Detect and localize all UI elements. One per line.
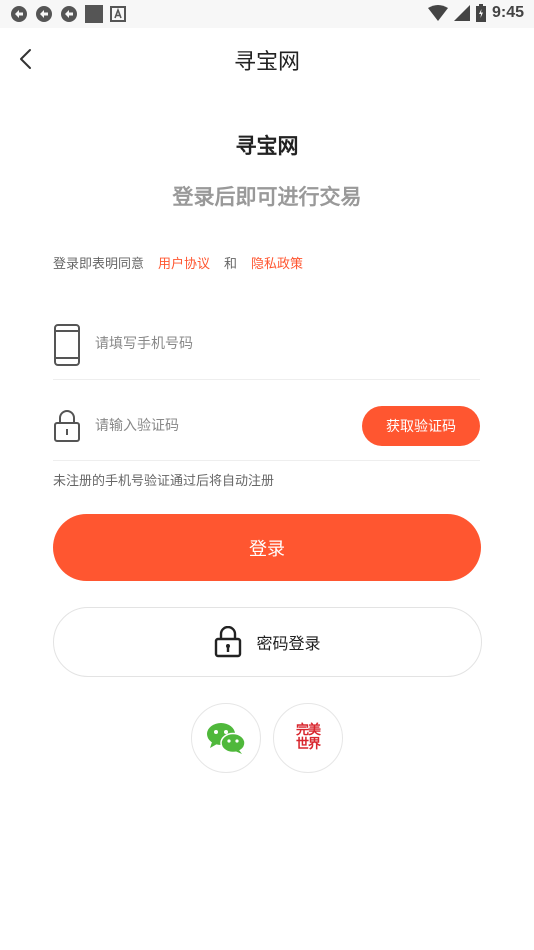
login-button[interactable]: 登录 — [53, 514, 481, 581]
phone-icon — [53, 324, 81, 366]
wifi-icon — [427, 5, 448, 21]
code-field-row: 获取验证码 — [53, 381, 480, 461]
cell-signal-icon — [453, 5, 470, 21]
page-title: 寻宝网 — [233, 50, 300, 75]
phone-input[interactable] — [95, 332, 355, 356]
password-login-button[interactable]: 密码登录 — [53, 607, 482, 677]
perfect-world-login-button[interactable]: 完美 世界 — [273, 703, 343, 773]
battery-icon — [475, 4, 486, 22]
auto-register-hint: 未注册的手机号验证通过后将自动注册 — [53, 474, 275, 489]
verification-code-input[interactable] — [95, 414, 355, 438]
brand-name: 寻宝网 — [235, 134, 299, 158]
user-agreement-link[interactable]: 用户协议 — [158, 253, 210, 272]
status-left-icons — [10, 5, 126, 23]
padlock-icon — [215, 626, 242, 658]
status-bar: 9:45 — [0, 0, 534, 28]
status-right-icons: 9:45 — [427, 4, 524, 22]
agreement-conjunction: 和 — [224, 257, 238, 272]
wechat-icon — [207, 723, 246, 754]
lock-icon — [53, 409, 81, 443]
privacy-policy-link[interactable]: 隐私政策 — [251, 253, 303, 272]
phone-field-row — [53, 300, 480, 380]
sync-icon — [11, 6, 27, 22]
perfect-world-logo-icon: 完美 世界 — [295, 723, 321, 752]
agreement-notice: 登录即表明同意 用户协议 和 隐私政策 — [53, 253, 303, 272]
sync-icon — [36, 6, 52, 22]
stop-square-icon — [85, 5, 103, 23]
password-login-label: 密码登录 — [256, 634, 321, 653]
sync-icon — [61, 6, 77, 22]
top-app-bar: 寻宝网 — [0, 28, 534, 90]
login-subtitle: 登录后即可进行交易 — [172, 185, 362, 209]
get-code-button[interactable]: 获取验证码 — [362, 406, 480, 446]
status-time: 9:45 — [491, 4, 524, 21]
font-a-icon — [110, 6, 126, 22]
agreement-prefix: 登录即表明同意 — [53, 257, 145, 272]
wechat-login-button[interactable] — [191, 703, 261, 773]
